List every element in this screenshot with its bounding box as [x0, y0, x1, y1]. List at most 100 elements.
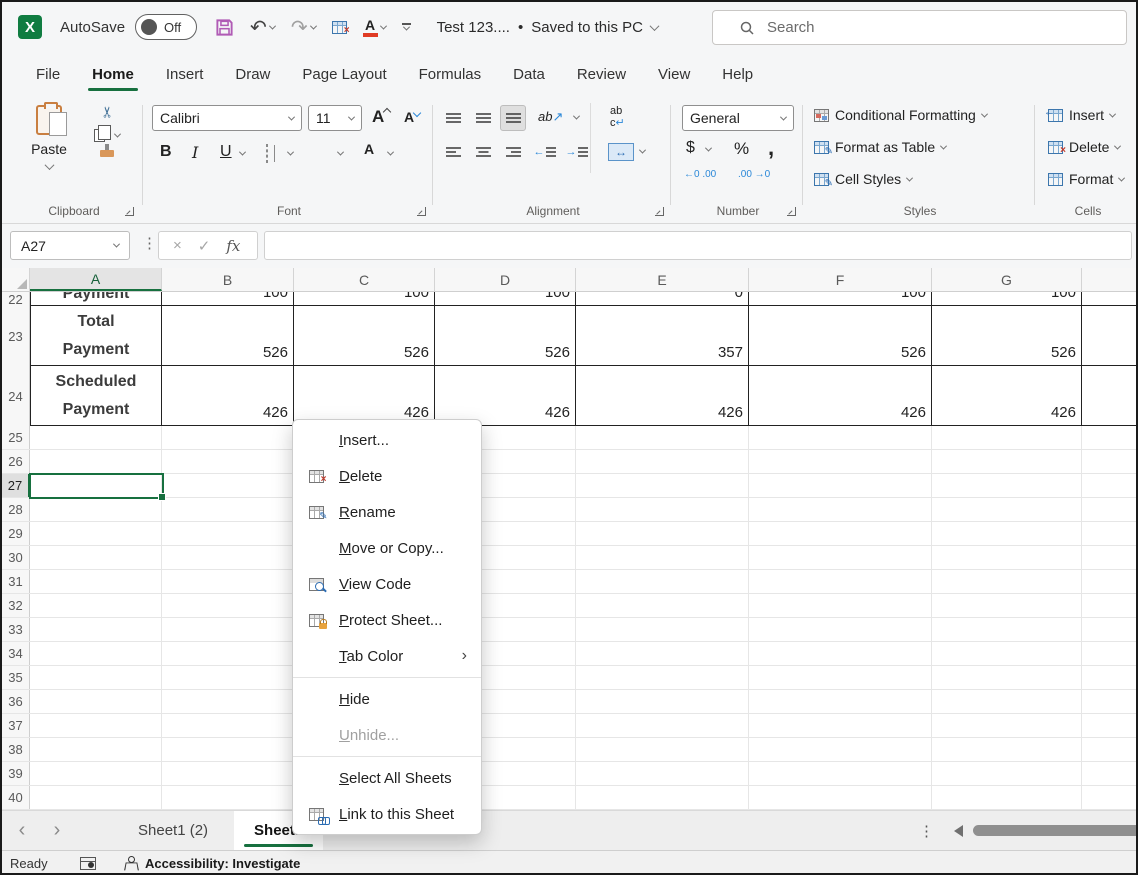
- paste-button[interactable]: Paste: [20, 105, 78, 175]
- menu-item-insert[interactable]: Insert...: [293, 422, 481, 458]
- cell-styles-button[interactable]: ✎ Cell Styles: [814, 171, 912, 187]
- document-title-area[interactable]: Test 123.... • Saved to this PC: [437, 19, 658, 36]
- grid-cell[interactable]: [749, 642, 932, 665]
- underline-dropdown-icon[interactable]: [239, 149, 246, 156]
- tab-draw[interactable]: Draw: [219, 56, 286, 93]
- row-header[interactable]: 40: [2, 786, 30, 809]
- menu-item-rename[interactable]: ✎Rename: [293, 494, 481, 530]
- select-all-corner[interactable]: [2, 268, 30, 291]
- grid-cell[interactable]: [1082, 666, 1138, 689]
- grid-cell[interactable]: [30, 762, 162, 785]
- column-header-d[interactable]: D: [435, 268, 576, 291]
- grid-cell[interactable]: [1082, 366, 1138, 426]
- grid-cell[interactable]: [576, 738, 749, 761]
- grid-cell[interactable]: [749, 570, 932, 593]
- menu-item-protect-sheet[interactable]: Protect Sheet...: [293, 602, 481, 638]
- search-input[interactable]: [767, 19, 1097, 36]
- grid-cell[interactable]: [576, 570, 749, 593]
- grid-cell[interactable]: [932, 618, 1082, 641]
- grid-cell[interactable]: [30, 522, 162, 545]
- grid-cell[interactable]: [576, 594, 749, 617]
- delete-cells-button[interactable]: × Delete: [1048, 139, 1120, 155]
- grid-cell[interactable]: [932, 666, 1082, 689]
- grid-cell[interactable]: [749, 474, 932, 497]
- font-color-qat-button[interactable]: A: [363, 18, 386, 37]
- enter-button[interactable]: ✓: [198, 237, 211, 255]
- grid-cell[interactable]: [932, 474, 1082, 497]
- grid-cell[interactable]: 426: [294, 366, 435, 426]
- borders-dropdown-icon[interactable]: [287, 149, 294, 156]
- column-header-h-partial[interactable]: [1082, 268, 1138, 291]
- grid-cell[interactable]: [1082, 546, 1138, 569]
- row-header[interactable]: 26: [2, 450, 30, 473]
- copy-dropdown-icon[interactable]: [114, 131, 121, 138]
- grid-cell[interactable]: 426: [162, 366, 294, 426]
- grid-cell[interactable]: [932, 522, 1082, 545]
- row-header[interactable]: 28: [2, 498, 30, 521]
- redo-dropdown-icon[interactable]: [310, 22, 317, 29]
- grid-cell[interactable]: [576, 642, 749, 665]
- row-header[interactable]: 39: [2, 762, 30, 785]
- grid-cell[interactable]: 526: [162, 306, 294, 366]
- column-header-c[interactable]: C: [294, 268, 435, 291]
- percent-button[interactable]: %: [734, 139, 749, 159]
- grid-cell[interactable]: [1082, 714, 1138, 737]
- grid-cell[interactable]: [576, 546, 749, 569]
- grid-cell[interactable]: Total Payment: [30, 306, 162, 366]
- font-color-button[interactable]: A: [364, 141, 374, 159]
- borders-button[interactable]: [266, 145, 268, 163]
- grid-cell[interactable]: 0: [576, 292, 749, 306]
- grid-cell[interactable]: [162, 690, 294, 713]
- copy-button[interactable]: [94, 129, 120, 142]
- grid-cell[interactable]: [749, 594, 932, 617]
- grid-cell[interactable]: [932, 762, 1082, 785]
- insert-cells-button[interactable]: ← Insert: [1048, 107, 1115, 123]
- grid-cell[interactable]: [30, 546, 162, 569]
- row-header[interactable]: 35: [2, 666, 30, 689]
- tab-home[interactable]: Home: [76, 56, 150, 93]
- menu-item-link-to-this-sheet[interactable]: Link to this Sheet: [293, 796, 481, 832]
- grid-cell[interactable]: [162, 498, 294, 521]
- grid-cell[interactable]: [162, 474, 294, 497]
- grid-cell[interactable]: 526: [932, 306, 1082, 366]
- decrease-indent-button[interactable]: ←: [532, 139, 558, 165]
- grid-cell[interactable]: [576, 618, 749, 641]
- grid-cell[interactable]: 526: [749, 306, 932, 366]
- grid-cell[interactable]: [576, 666, 749, 689]
- row-header[interactable]: 25: [2, 426, 30, 449]
- excel-logo-icon[interactable]: X: [18, 15, 42, 39]
- grid-cell[interactable]: [932, 450, 1082, 473]
- row-header[interactable]: 37: [2, 714, 30, 737]
- row-header[interactable]: 24: [2, 366, 30, 426]
- grid-cell[interactable]: [1082, 570, 1138, 593]
- grid-cell[interactable]: [1082, 306, 1138, 366]
- customize-qat-button[interactable]: [402, 23, 411, 31]
- font-name-combo[interactable]: Calibri: [152, 105, 302, 131]
- grid-cell[interactable]: [749, 450, 932, 473]
- row-header[interactable]: 34: [2, 642, 30, 665]
- grid-cell[interactable]: [30, 738, 162, 761]
- format-cells-button[interactable]: Format: [1048, 171, 1124, 187]
- tab-insert[interactable]: Insert: [150, 56, 220, 93]
- tab-review[interactable]: Review: [561, 56, 642, 93]
- menu-item-view-code[interactable]: View Code: [293, 566, 481, 602]
- grid-cell[interactable]: [30, 450, 162, 473]
- formula-bar-handle[interactable]: ⋮: [142, 234, 157, 252]
- delete-cells-qat-button[interactable]: ×: [332, 21, 347, 34]
- grid-cell[interactable]: 426: [749, 366, 932, 426]
- grid-cell[interactable]: Scheduled Payment: [30, 366, 162, 426]
- row-header[interactable]: 23: [2, 306, 30, 366]
- macro-record-icon[interactable]: [80, 857, 96, 870]
- grid-cell[interactable]: [749, 786, 932, 809]
- grid-cell[interactable]: [1082, 522, 1138, 545]
- format-as-table-button[interactable]: ✎ Format as Table: [814, 139, 946, 155]
- column-header-g[interactable]: G: [932, 268, 1082, 291]
- align-center-button[interactable]: [470, 139, 496, 165]
- sheet-tab-sheet1-2[interactable]: Sheet1 (2): [112, 822, 234, 839]
- grid-cell[interactable]: [30, 594, 162, 617]
- comma-style-button[interactable]: ,: [768, 135, 774, 161]
- align-middle-button[interactable]: [470, 105, 496, 131]
- merge-center-button[interactable]: ↔: [608, 143, 634, 161]
- row-header[interactable]: 31: [2, 570, 30, 593]
- merge-center-dropdown-icon[interactable]: [639, 147, 646, 154]
